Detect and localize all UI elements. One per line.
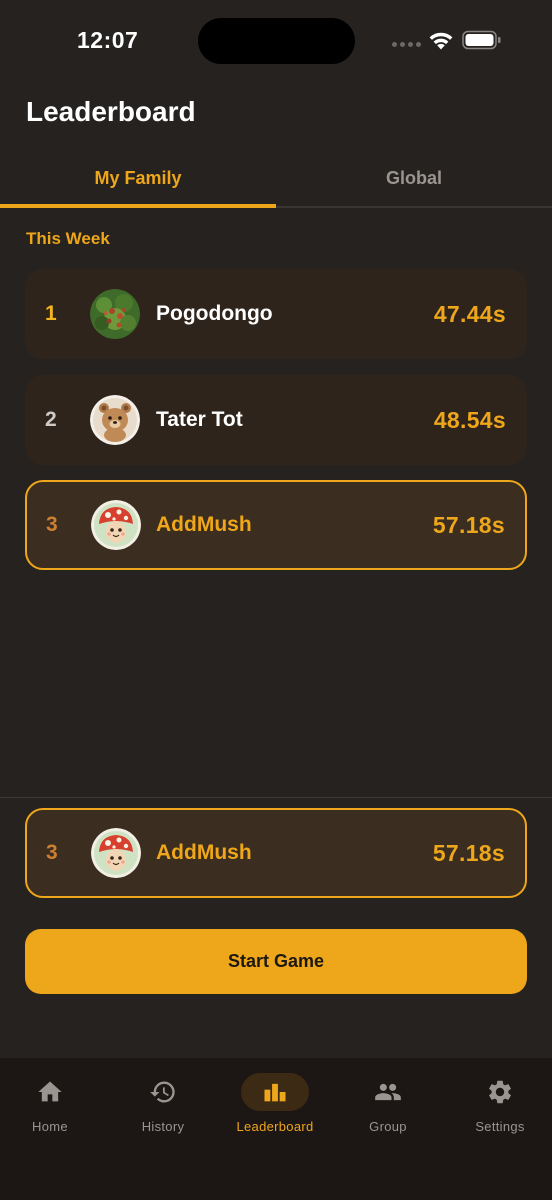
group-icon	[375, 1083, 401, 1101]
rank-number: 1	[45, 302, 57, 325]
nav-label: Leaderboard	[236, 1119, 314, 1134]
mushroom-avatar	[91, 500, 141, 550]
player-name: AddMush	[156, 841, 252, 864]
current-user-card: 3 AddMush 57.18s	[25, 808, 527, 898]
page-title: Leaderboard	[26, 96, 196, 127]
tab-bar: My Family Global	[0, 150, 552, 208]
player-time: 57.18s	[432, 839, 505, 866]
wifi-icon	[429, 32, 453, 50]
start-game-button[interactable]: Start Game	[25, 929, 527, 994]
nav-home[interactable]: Home	[0, 1058, 105, 1158]
bear-avatar	[90, 395, 140, 445]
tab-global[interactable]: Global	[276, 150, 552, 206]
nav-label: Group	[369, 1119, 407, 1134]
settings-icon	[489, 1080, 511, 1104]
nav-label: Settings	[475, 1119, 525, 1134]
status-bar: 12:07	[0, 0, 552, 80]
nav-label: History	[141, 1119, 185, 1134]
player-name: Pogodongo	[156, 302, 273, 325]
leaderboard-row[interactable]: 2 Tater Tot 48.54s	[25, 375, 527, 465]
player-time: 47.44s	[433, 300, 506, 327]
player-time: 57.18s	[432, 511, 505, 538]
player-time: 48.54s	[433, 406, 506, 433]
rank-number: 3	[46, 841, 58, 864]
bottom-navigation: Home History Leaderboard Group Settings	[0, 1058, 552, 1200]
history-icon	[150, 1081, 175, 1103]
leaderboard-icon	[264, 1083, 286, 1102]
home-icon	[38, 1081, 62, 1102]
active-tab-indicator	[0, 204, 276, 208]
dynamic-island	[198, 18, 355, 64]
plant-avatar	[90, 289, 140, 339]
rank-number: 2	[45, 408, 57, 431]
mushroom-avatar	[91, 828, 141, 878]
player-name: Tater Tot	[156, 408, 243, 431]
status-time: 12:07	[77, 27, 139, 53]
nav-leaderboard[interactable]: Leaderboard	[220, 1058, 330, 1158]
divider	[0, 797, 552, 798]
rank-number: 3	[46, 513, 58, 536]
nav-group[interactable]: Group	[333, 1058, 443, 1158]
nav-settings[interactable]: Settings	[445, 1058, 552, 1158]
leaderboard-row-current-user[interactable]: 3 AddMush 57.18s	[25, 480, 527, 570]
nav-label: Home	[32, 1119, 68, 1134]
player-name: AddMush	[156, 513, 252, 536]
nav-history[interactable]: History	[108, 1058, 218, 1158]
cellular-signal-icon	[392, 42, 422, 48]
battery-icon	[462, 30, 501, 50]
section-title: This Week	[26, 229, 110, 248]
leaderboard-row[interactable]: 1 Pogodongo 47.44s	[25, 269, 527, 359]
tab-my-family[interactable]: My Family	[0, 150, 276, 206]
